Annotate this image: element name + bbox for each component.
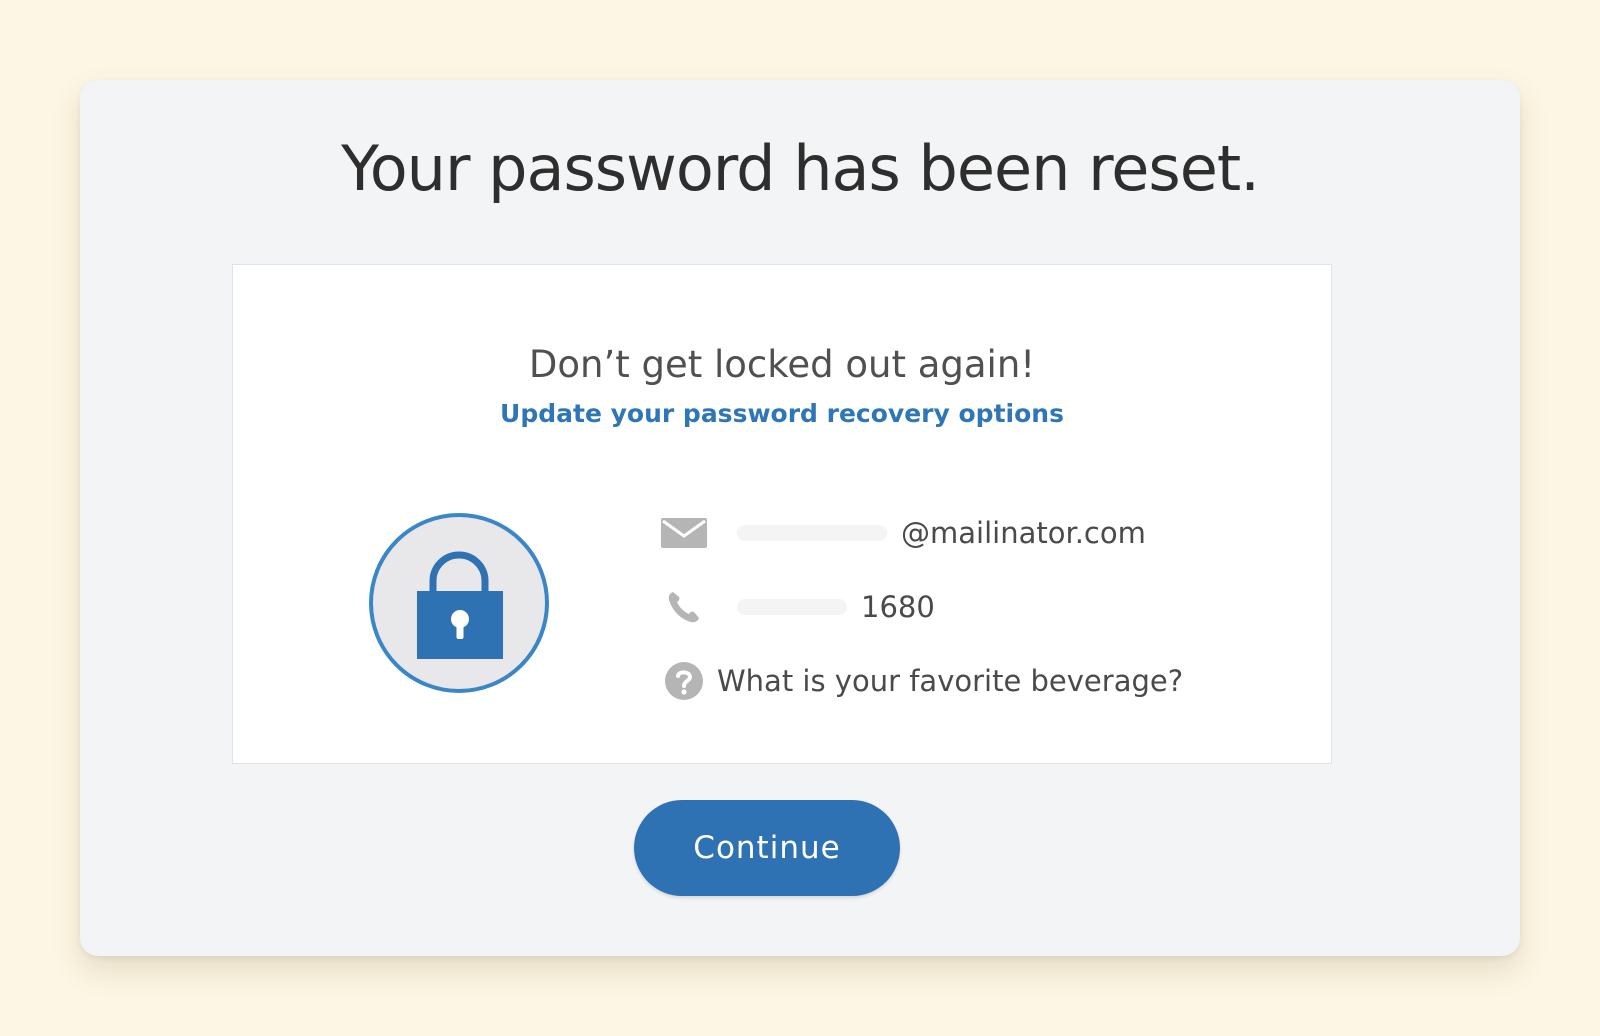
recovery-phone-row: 1680 [661,585,1183,629]
locked-out-heading: Don’t get locked out again! [528,343,1036,386]
update-recovery-options-link[interactable]: Update your password recovery options [233,399,1331,428]
recovery-phone-value: 1680 [861,590,935,624]
phone-icon [661,585,707,629]
question-mark-icon [661,659,707,703]
recovery-question-value: What is your favorite beverage? [717,664,1184,698]
padlock-icon [417,551,503,659]
recovery-options-list: @mailinator.com 1680 What is your favori… [661,511,1183,733]
recovery-email-value: @mailinator.com [901,516,1146,550]
masked-email-prefix [737,525,887,541]
page-title: Your password has been reset. [341,132,1260,205]
lock-badge [369,513,549,693]
masked-phone-prefix [737,599,847,615]
envelope-icon [661,511,707,555]
recovery-email-row: @mailinator.com [661,511,1183,555]
password-reset-panel: Your password has been reset. Don’t get … [80,80,1520,956]
recovery-options-card: Don’t get locked out again! Update your … [232,264,1332,764]
recovery-question-row: What is your favorite beverage? [661,659,1183,703]
continue-button[interactable]: Continue [634,800,900,896]
